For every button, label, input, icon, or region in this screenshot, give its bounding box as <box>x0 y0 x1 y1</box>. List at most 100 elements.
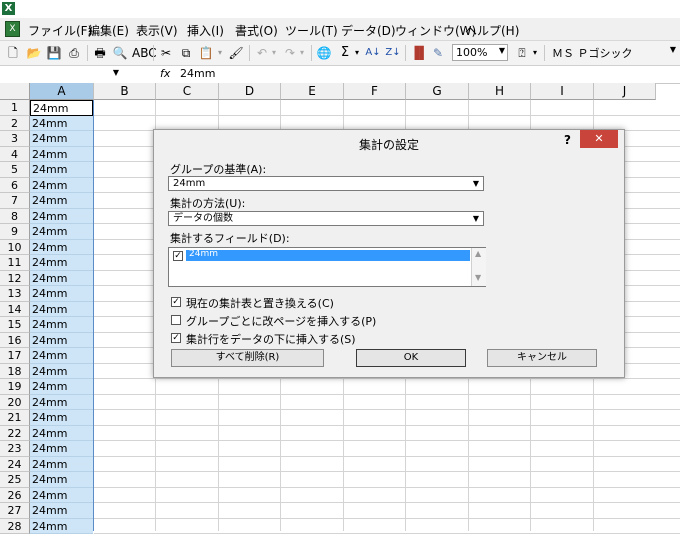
permission-icon[interactable]: ⎙ <box>66 45 82 61</box>
undo-icon[interactable]: ↶ <box>254 45 270 61</box>
row-header-19[interactable]: 19 <box>0 379 30 395</box>
redo-icon[interactable]: ↷ <box>282 45 298 61</box>
column-header-j[interactable]: J <box>594 83 656 100</box>
row-header-23[interactable]: 23 <box>0 441 30 457</box>
menu-view[interactable]: 表示(V) <box>136 22 178 39</box>
fields-list[interactable]: 24mm ✓ ▲ ▼ <box>168 247 486 287</box>
row-header-21[interactable]: 21 <box>0 410 30 426</box>
pagebreak-checkbox[interactable] <box>171 315 181 325</box>
sort-ascending-icon[interactable]: A↓ <box>365 45 381 61</box>
autosum-dropdown-icon[interactable]: ▾ <box>353 45 361 61</box>
row-header-7[interactable]: 7 <box>0 193 30 209</box>
fields-scrollbar[interactable]: ▲ ▼ <box>471 248 486 286</box>
menu-insert[interactable]: 挿入(I) <box>187 22 224 39</box>
row-header-5[interactable]: 5 <box>0 162 30 178</box>
row-header-24[interactable]: 24 <box>0 457 30 473</box>
help-dropdown-icon[interactable]: ▾ <box>531 45 539 61</box>
menu-format[interactable]: 書式(O) <box>235 22 278 39</box>
cell-a26[interactable]: 24mm <box>30 488 93 504</box>
column-header-e[interactable]: E <box>281 83 344 100</box>
drawing-icon[interactable]: ✎ <box>430 45 446 61</box>
cell-a11[interactable]: 24mm <box>30 255 93 271</box>
name-box-dropdown-icon[interactable]: ▼ <box>113 68 119 77</box>
select-all-corner[interactable] <box>0 83 30 100</box>
cell-a10[interactable]: 24mm <box>30 240 93 256</box>
fx-icon[interactable]: fx <box>160 67 170 80</box>
row-header-27[interactable]: 27 <box>0 503 30 519</box>
cell-a28[interactable]: 24mm <box>30 519 93 534</box>
spelling-icon[interactable]: ABC <box>132 45 148 61</box>
column-header-a[interactable]: A <box>30 83 94 100</box>
field-item[interactable]: 24mm <box>186 250 470 261</box>
pagebreak-label[interactable]: グループごとに改ページを挿入する(P) <box>186 313 376 329</box>
cell-a12[interactable]: 24mm <box>30 271 93 287</box>
new-icon[interactable]: 🗋 <box>5 45 21 61</box>
open-icon[interactable]: 📂 <box>26 45 42 61</box>
cell-a3[interactable]: 24mm <box>30 131 93 147</box>
redo-dropdown-icon[interactable]: ▾ <box>298 45 306 61</box>
row-header-25[interactable]: 25 <box>0 472 30 488</box>
sort-descending-icon[interactable]: Z↓ <box>385 45 401 61</box>
column-header-c[interactable]: C <box>156 83 219 100</box>
save-icon[interactable]: 💾 <box>46 45 62 61</box>
help-icon[interactable]: ⍰ <box>514 45 530 61</box>
function-select[interactable]: データの個数 ▼ <box>168 211 484 226</box>
font-box[interactable]: ＭＳ Ｐゴシック ▼ <box>549 44 676 61</box>
zoom-box[interactable]: 100% ▼ <box>452 44 508 61</box>
group-by-dropdown-icon[interactable]: ▼ <box>470 178 482 189</box>
workbook-icon[interactable]: X <box>5 21 20 37</box>
cell-a22[interactable]: 24mm <box>30 426 93 442</box>
cut-icon[interactable]: ✂ <box>158 45 174 61</box>
row-header-16[interactable]: 16 <box>0 333 30 349</box>
summary-below-checkbox[interactable]: ✓ <box>171 333 181 343</box>
cell-a27[interactable]: 24mm <box>30 503 93 519</box>
row-header-8[interactable]: 8 <box>0 209 30 225</box>
chart-wizard-icon[interactable]: ▐▌ <box>410 45 426 61</box>
row-header-9[interactable]: 9 <box>0 224 30 240</box>
cell-a17[interactable]: 24mm <box>30 348 93 364</box>
row-header-10[interactable]: 10 <box>0 240 30 256</box>
print-icon[interactable]: 🖶 <box>92 45 108 61</box>
cell-a13[interactable]: 24mm <box>30 286 93 302</box>
column-header-b[interactable]: B <box>94 83 156 100</box>
paste-dropdown-icon[interactable]: ▾ <box>216 45 224 61</box>
row-header-6[interactable]: 6 <box>0 178 30 194</box>
cell-a14[interactable]: 24mm <box>30 302 93 318</box>
autosum-icon[interactable]: Σ <box>337 45 353 61</box>
cell-a21[interactable]: 24mm <box>30 410 93 426</box>
menu-data[interactable]: データ(D) <box>341 22 396 39</box>
cell-a2[interactable]: 24mm <box>30 116 93 132</box>
row-header-14[interactable]: 14 <box>0 302 30 318</box>
dialog-help-button[interactable]: ? <box>564 133 571 147</box>
row-header-26[interactable]: 26 <box>0 488 30 504</box>
replace-checkbox[interactable]: ✓ <box>171 297 181 307</box>
hyperlink-icon[interactable]: 🌐 <box>316 45 332 61</box>
cell-a18[interactable]: 24mm <box>30 364 93 380</box>
row-header-22[interactable]: 22 <box>0 426 30 442</box>
row-header-28[interactable]: 28 <box>0 519 30 534</box>
undo-dropdown-icon[interactable]: ▾ <box>270 45 278 61</box>
field-item-checkbox[interactable]: ✓ <box>173 251 183 261</box>
copy-icon[interactable]: ⧉ <box>178 45 194 61</box>
row-header-17[interactable]: 17 <box>0 348 30 364</box>
row-header-1[interactable]: 1 <box>0 100 30 116</box>
formula-input[interactable]: 24mm <box>180 67 215 80</box>
cell-a8[interactable]: 24mm <box>30 209 93 225</box>
menu-help[interactable]: ヘルプ(H) <box>465 22 519 39</box>
function-dropdown-icon[interactable]: ▼ <box>470 213 482 224</box>
cell-a19[interactable]: 24mm <box>30 379 93 395</box>
cell-a24[interactable]: 24mm <box>30 457 93 473</box>
row-header-3[interactable]: 3 <box>0 131 30 147</box>
cancel-button[interactable]: キャンセル <box>487 349 597 367</box>
zoom-dropdown-icon[interactable]: ▼ <box>499 46 505 55</box>
row-header-4[interactable]: 4 <box>0 147 30 163</box>
column-header-g[interactable]: G <box>406 83 469 100</box>
row-header-11[interactable]: 11 <box>0 255 30 271</box>
column-header-h[interactable]: H <box>469 83 531 100</box>
scroll-down-icon[interactable]: ▼ <box>475 273 481 282</box>
cell-a20[interactable]: 24mm <box>30 395 93 411</box>
cell-a23[interactable]: 24mm <box>30 441 93 457</box>
ok-button[interactable]: OK <box>356 349 466 367</box>
menu-edit[interactable]: 編集(E) <box>88 22 129 39</box>
row-header-15[interactable]: 15 <box>0 317 30 333</box>
